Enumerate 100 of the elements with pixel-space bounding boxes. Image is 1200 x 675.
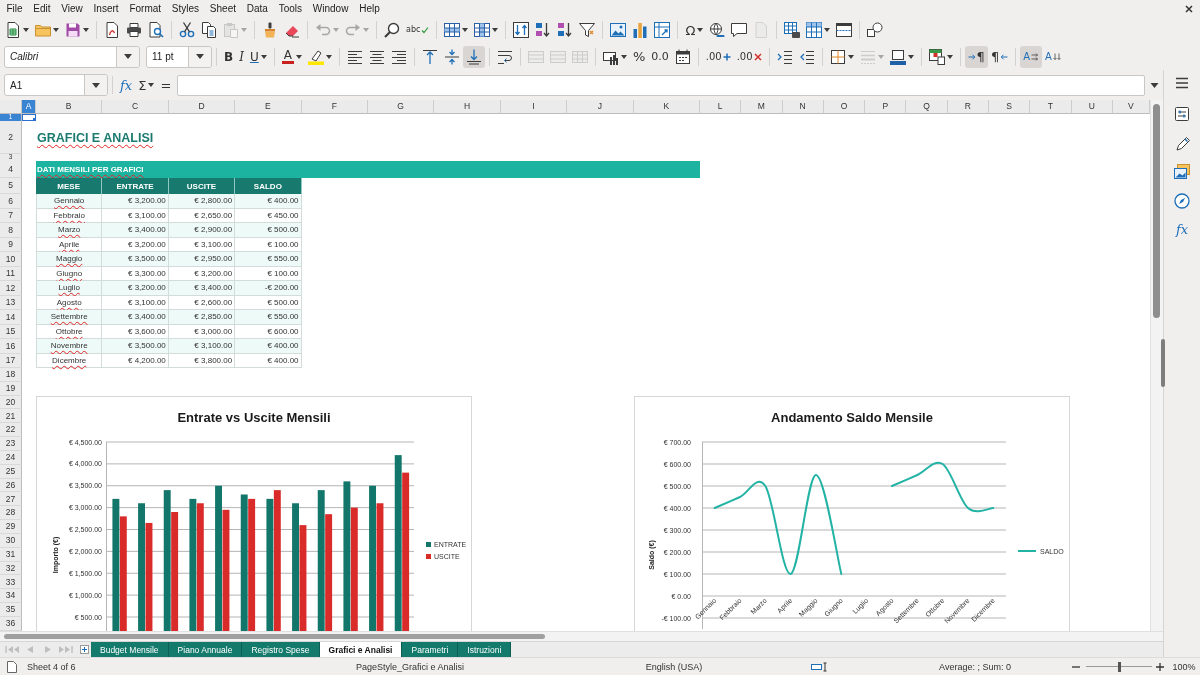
name-box[interactable]: A1 (4, 74, 108, 96)
sidebar-handle[interactable] (1161, 339, 1165, 387)
table-cell: Gennaio (36, 194, 103, 209)
sheet-tab[interactable]: Istruzioni (458, 642, 512, 657)
row-header[interactable]: 6 (0, 194, 22, 209)
row-header[interactable]: 10 (0, 252, 22, 267)
scrollbar-thumb[interactable] (4, 634, 545, 639)
align-bottom-button[interactable] (462, 45, 485, 68)
column-header[interactable]: D (168, 100, 236, 114)
column-header[interactable]: H (434, 100, 501, 114)
column-header[interactable]: K (633, 100, 700, 114)
text-vertical-button[interactable]: A (1042, 45, 1064, 68)
gallery-icon[interactable] (1174, 164, 1190, 180)
column-header[interactable]: F (301, 100, 368, 114)
column-header[interactable]: G (367, 100, 435, 114)
right-to-left-button[interactable]: ¶ (987, 45, 1012, 68)
row-header[interactable]: 34 (0, 589, 22, 604)
row-header[interactable]: 8 (0, 223, 22, 238)
column-header[interactable]: M (741, 100, 783, 114)
menu-item[interactable]: View (55, 1, 89, 16)
spelling-button[interactable]: abc (403, 19, 433, 41)
column-header[interactable]: A (22, 100, 36, 114)
zoom-slider-thumb[interactable] (1117, 661, 1121, 672)
row-header[interactable]: 22 (0, 423, 22, 438)
menu-item[interactable]: Sheet (204, 1, 242, 16)
conditional-grid-icon (928, 48, 945, 65)
column-header[interactable]: V (1112, 100, 1150, 114)
column-header[interactable]: L (699, 100, 742, 114)
column-header[interactable]: S (989, 100, 1031, 114)
column-header[interactable]: P (865, 100, 907, 114)
menu-item[interactable]: Styles (166, 1, 205, 16)
sum-button[interactable]: Σ (135, 74, 158, 96)
row-header[interactable]: 12 (0, 281, 22, 296)
formula-input[interactable] (177, 74, 1145, 96)
row-header[interactable]: 33 (0, 575, 22, 590)
number-format-button[interactable]: 0.0 (648, 45, 672, 68)
row-header[interactable]: 27 (0, 492, 22, 507)
row-header[interactable]: 2 (0, 121, 22, 154)
row-header[interactable]: 28 (0, 506, 22, 521)
column-header[interactable]: O (823, 100, 866, 114)
menu-item[interactable]: Help (353, 1, 386, 16)
functions-button[interactable]: fx (1175, 222, 1189, 238)
row-header[interactable]: 4 (0, 161, 22, 178)
column-header[interactable]: U (1071, 100, 1113, 114)
formula-button[interactable]: = (157, 74, 175, 96)
pen-icon[interactable] (1174, 135, 1190, 151)
column-header[interactable]: T (1030, 100, 1072, 114)
sliders-panel-icon[interactable] (1174, 106, 1190, 122)
text-horizontal-button[interactable]: A (1020, 45, 1042, 68)
row-header[interactable]: 21 (0, 409, 22, 424)
add-sheet-icon[interactable] (80, 645, 89, 654)
underline-button[interactable]: U (246, 45, 270, 68)
left-to-right-button[interactable]: ¶ (964, 45, 988, 68)
grid-printer-icon (784, 22, 801, 38)
column-header[interactable]: Q (906, 100, 948, 114)
menu-item[interactable]: Data (241, 1, 274, 16)
column-header[interactable]: J (567, 100, 634, 114)
row-header[interactable]: 29 (0, 520, 22, 534)
add-decimal-button[interactable]: .00 (702, 45, 734, 68)
sheet-tab[interactable]: Piano Annuale (168, 642, 243, 657)
row-header[interactable]: 18 (0, 368, 22, 382)
font-name-field[interactable]: Calibri (4, 45, 140, 68)
percent-format-button[interactable]: % (629, 45, 649, 68)
row-header[interactable]: 14 (0, 310, 22, 325)
row-header[interactable]: 35 (0, 603, 22, 617)
close-icon[interactable] (1185, 4, 1193, 13)
menu-item[interactable]: Format (124, 1, 167, 16)
menu-item[interactable]: File (1, 1, 28, 16)
sheet-tab[interactable]: Registro Spese (242, 642, 320, 657)
column-header[interactable]: I (500, 100, 568, 114)
function-wizard-button[interactable]: fx (117, 74, 136, 96)
menu-item[interactable]: Insert (88, 1, 124, 16)
column-header[interactable]: C (102, 100, 169, 114)
font-color-button[interactable]: A (278, 45, 305, 68)
sheet-tab[interactable]: Grafici e Analisi (319, 642, 403, 657)
italic-button[interactable]: I (236, 45, 247, 68)
sheet-tab[interactable]: Parametri (402, 642, 459, 657)
scrollbar-thumb[interactable] (1153, 104, 1160, 318)
font-size-field[interactable]: 11 pt (146, 45, 212, 68)
menu-item[interactable]: Edit (27, 1, 56, 16)
expand-caret-icon[interactable] (1150, 82, 1159, 88)
menu-item[interactable]: Window (307, 1, 354, 16)
row-header[interactable]: 16 (0, 339, 22, 354)
delete-decimal-button[interactable]: .00 (733, 45, 765, 68)
special-character-button[interactable]: Ω (682, 19, 707, 41)
sheet-tab[interactable]: Budget Mensile (91, 642, 169, 657)
row-header[interactable]: 5 (0, 178, 22, 194)
column-header[interactable]: N (782, 100, 824, 114)
compass-icon[interactable] (1174, 193, 1190, 209)
table-cell: € 400.00 (235, 339, 302, 354)
table-cell: € 2,950.00 (168, 252, 236, 267)
row-header[interactable]: 23 (0, 437, 22, 451)
selection-mode-icon[interactable] (811, 661, 829, 672)
column-header[interactable]: R (947, 100, 989, 114)
plus-icon[interactable] (1156, 662, 1164, 671)
column-header[interactable]: E (235, 100, 302, 114)
menu-icon[interactable] (1174, 75, 1190, 91)
menu-item[interactable]: Tools (273, 1, 308, 16)
column-header[interactable]: B (36, 100, 103, 114)
bold-button[interactable]: B (221, 45, 237, 68)
